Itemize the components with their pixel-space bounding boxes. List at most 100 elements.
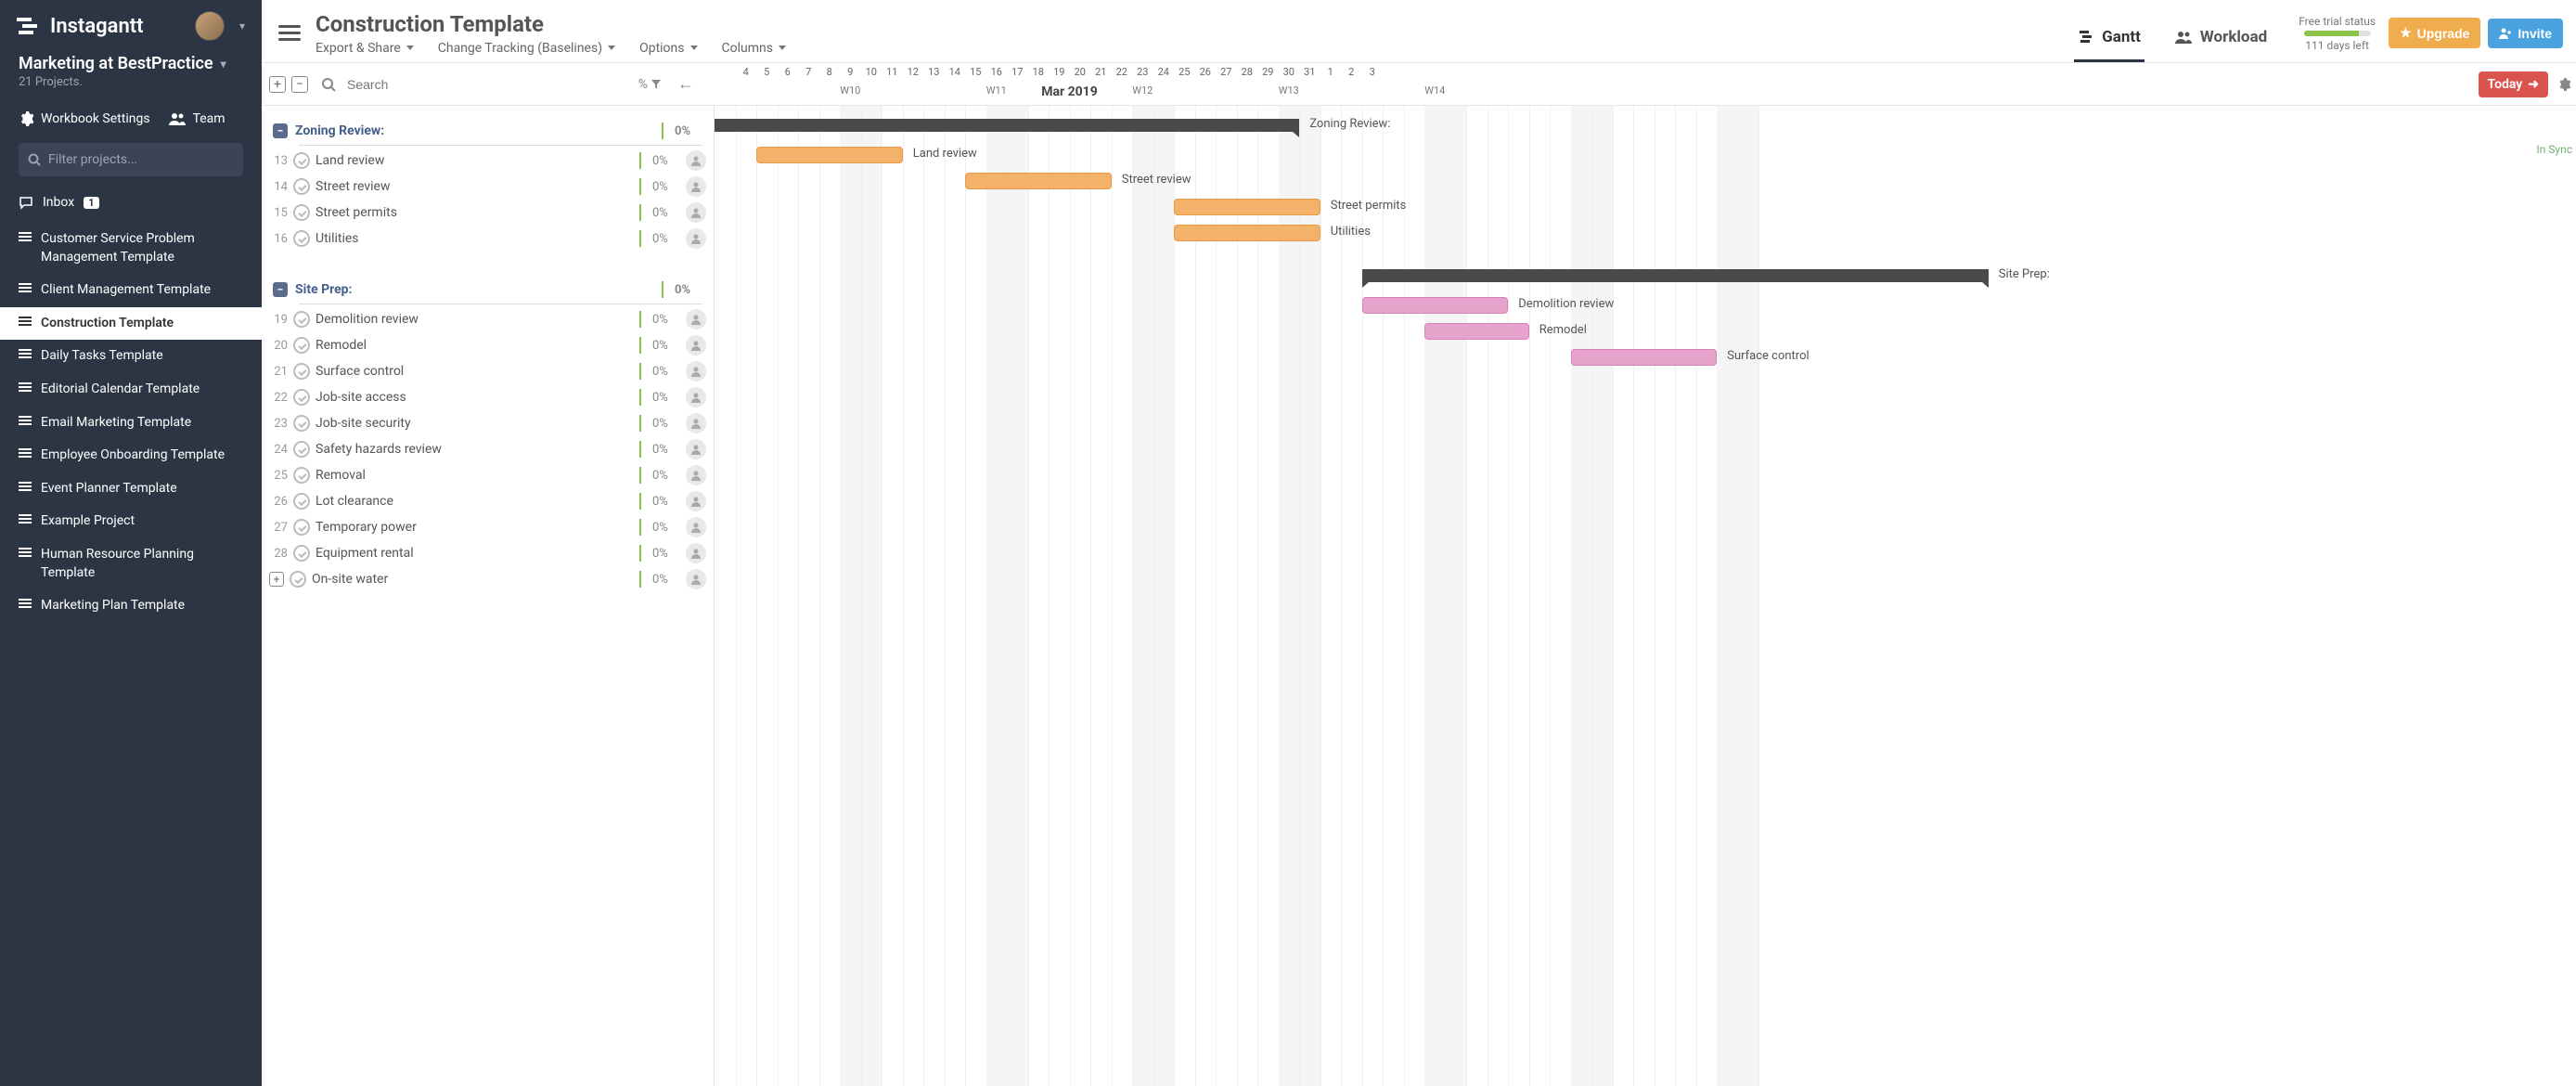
task-row[interactable]: 20Remodel0% [262, 332, 714, 358]
sidebar-item-project[interactable]: Email Marketing Template [0, 407, 262, 440]
complete-toggle[interactable] [293, 311, 310, 328]
percent-filter[interactable]: % [638, 77, 661, 92]
assignee-avatar[interactable] [686, 228, 706, 249]
assignee-avatar[interactable] [686, 569, 706, 589]
gantt-bar[interactable] [965, 173, 1112, 189]
complete-toggle[interactable] [293, 230, 310, 247]
task-row[interactable]: 21Surface control0% [262, 358, 714, 384]
task-group-header[interactable]: −Zoning Review:0% [262, 119, 714, 143]
invite-button[interactable]: Invite [2488, 19, 2563, 48]
gantt-chart[interactable]: In Sync Zoning Review:Land reviewStreet … [715, 106, 2576, 1086]
assignee-avatar[interactable] [686, 413, 706, 433]
task-group-header[interactable]: −Site Prep:0% [262, 278, 714, 302]
complete-toggle[interactable] [290, 571, 306, 588]
sidebar-item-project[interactable]: Daily Tasks Template [0, 340, 262, 373]
upgrade-button[interactable]: ★ Upgrade [2389, 18, 2480, 48]
complete-toggle[interactable] [293, 389, 310, 406]
assignee-avatar[interactable] [686, 150, 706, 171]
assignee-avatar[interactable] [686, 543, 706, 563]
complete-toggle[interactable] [293, 363, 310, 380]
avatar[interactable] [195, 11, 225, 41]
menu-item[interactable]: Export & Share [316, 41, 414, 56]
summary-bar[interactable] [1362, 269, 1989, 282]
complete-toggle[interactable] [293, 467, 310, 484]
sidebar-item-project[interactable]: Editorial Calendar Template [0, 373, 262, 407]
task-row[interactable]: 15Street permits0% [262, 200, 714, 226]
complete-toggle[interactable] [293, 337, 310, 354]
sidebar-item-project[interactable]: Example Project [0, 505, 262, 538]
collapse-icon[interactable]: − [273, 123, 288, 138]
chevron-down-icon[interactable]: ▾ [239, 19, 245, 32]
gantt-bar[interactable] [1424, 323, 1529, 340]
complete-toggle[interactable] [293, 493, 310, 510]
task-pct: 0% [652, 206, 680, 220]
task-row[interactable]: 22Job-site access0% [262, 384, 714, 410]
complete-toggle[interactable] [293, 204, 310, 221]
inbox-link[interactable]: Inbox 1 [0, 187, 262, 217]
task-number: 15 [269, 206, 288, 220]
task-row[interactable]: 25Removal0% [262, 462, 714, 488]
workbook-settings-link[interactable]: Workbook Settings [19, 111, 150, 126]
sidebar-item-project[interactable]: Customer Service Problem Management Temp… [0, 223, 262, 274]
task-row[interactable]: 14Street review0% [262, 174, 714, 200]
gantt-bar[interactable] [1362, 297, 1509, 314]
brand-logo[interactable]: Instagantt [17, 15, 186, 38]
complete-toggle[interactable] [293, 152, 310, 169]
day-label: 16 [991, 66, 1002, 78]
sidebar-item-project[interactable]: Employee Onboarding Template [0, 439, 262, 472]
gantt-bar[interactable] [1174, 225, 1320, 241]
assignee-avatar[interactable] [686, 439, 706, 459]
assignee-avatar[interactable] [686, 176, 706, 197]
gantt-bar[interactable] [1571, 349, 1718, 366]
collapse-all-button[interactable]: − [291, 76, 308, 93]
task-row[interactable]: 23Job-site security0% [262, 410, 714, 436]
task-row[interactable]: 16Utilities0% [262, 226, 714, 252]
menu-item[interactable]: Columns [722, 41, 786, 56]
sidebar-item-project[interactable]: Construction Template [0, 307, 262, 341]
expand-all-button[interactable]: + [269, 76, 286, 93]
list-icon [19, 349, 32, 358]
collapse-icon[interactable]: − [273, 282, 288, 297]
tab-workload[interactable]: Workload [2170, 19, 2271, 62]
filter-placeholder: Filter projects... [48, 152, 137, 167]
assignee-avatar[interactable] [686, 335, 706, 356]
sidebar-item-project[interactable]: Marketing Plan Template [0, 589, 262, 623]
team-link[interactable]: Team [169, 111, 225, 126]
complete-toggle[interactable] [293, 441, 310, 458]
assignee-avatar[interactable] [686, 309, 706, 330]
menu-icon[interactable] [278, 25, 301, 42]
assignee-avatar[interactable] [686, 361, 706, 381]
menu-item[interactable]: Change Tracking (Baselines) [438, 41, 615, 56]
task-row[interactable]: 19Demolition review0% [262, 306, 714, 332]
add-icon[interactable]: + [269, 572, 284, 587]
star-icon: ★ [2400, 25, 2412, 41]
assignee-avatar[interactable] [686, 387, 706, 407]
complete-toggle[interactable] [293, 178, 310, 195]
task-row[interactable]: 13Land review0% [262, 148, 714, 174]
menu-item[interactable]: Options [639, 41, 697, 56]
task-name: On-site water [312, 572, 628, 587]
task-row[interactable]: 27Temporary power0% [262, 514, 714, 540]
tab-gantt[interactable]: Gantt [2074, 19, 2145, 62]
gantt-bar[interactable] [756, 147, 903, 163]
complete-toggle[interactable] [293, 545, 310, 562]
search-input[interactable] [347, 77, 633, 92]
workspace-switcher[interactable]: Marketing at BestPractice ▾ [0, 48, 262, 75]
complete-toggle[interactable] [293, 519, 310, 536]
sidebar-item-project[interactable]: Client Management Template [0, 274, 262, 307]
assignee-avatar[interactable] [686, 491, 706, 511]
task-row[interactable]: 24Safety hazards review0% [262, 436, 714, 462]
summary-bar[interactable] [715, 119, 1299, 132]
task-row[interactable]: 28Equipment rental0% [262, 540, 714, 566]
assignee-avatar[interactable] [686, 517, 706, 537]
back-arrow-button[interactable]: ← [677, 74, 694, 94]
complete-toggle[interactable] [293, 415, 310, 432]
sidebar-item-project[interactable]: Event Planner Template [0, 472, 262, 506]
sidebar-item-project[interactable]: Human Resource Planning Template [0, 538, 262, 589]
gantt-bar[interactable] [1174, 199, 1320, 215]
filter-projects-input[interactable]: Filter projects... [19, 143, 243, 176]
assignee-avatar[interactable] [686, 465, 706, 485]
task-row[interactable]: +On-site water0% [262, 566, 714, 592]
assignee-avatar[interactable] [686, 202, 706, 223]
task-row[interactable]: 26Lot clearance0% [262, 488, 714, 514]
